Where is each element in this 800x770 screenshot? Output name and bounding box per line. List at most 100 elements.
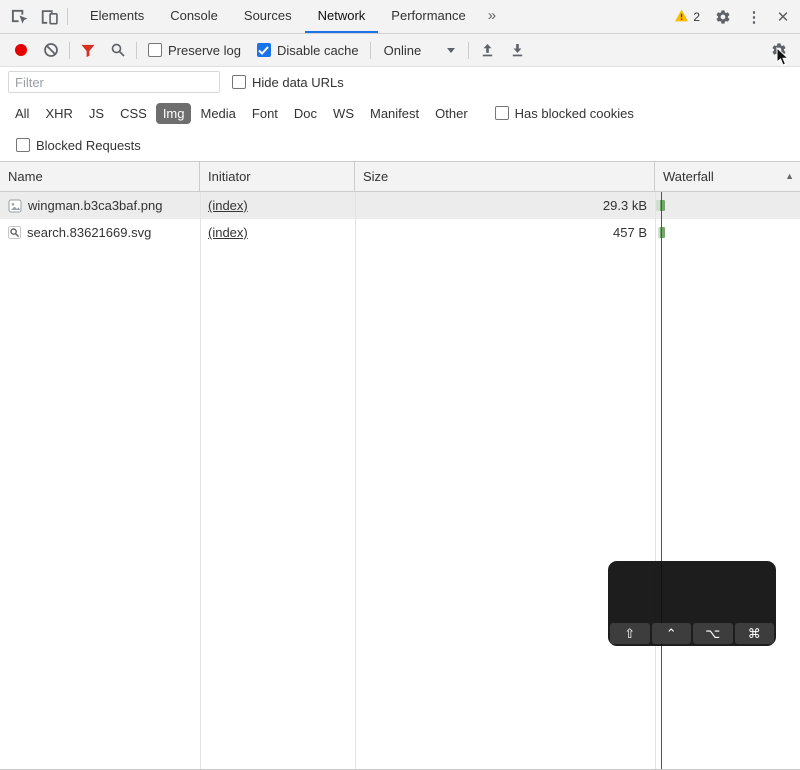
disable-cache-checkbox[interactable]: Disable cache bbox=[257, 43, 359, 58]
checkbox-unchecked-icon bbox=[16, 138, 30, 152]
request-initiator-cell: (index) bbox=[200, 198, 355, 213]
device-toolbar-button[interactable] bbox=[34, 0, 64, 33]
request-initiator-cell: (index) bbox=[200, 225, 355, 240]
table-row[interactable]: wingman.b3ca3baf.png (index) 29.3 kB bbox=[0, 192, 800, 219]
close-devtools-button[interactable]: ✕ bbox=[770, 8, 796, 26]
has-blocked-cookies-label: Has blocked cookies bbox=[515, 106, 634, 121]
filter-type-js[interactable]: JS bbox=[82, 103, 111, 124]
filter-type-media[interactable]: Media bbox=[193, 103, 242, 124]
inspect-element-button[interactable] bbox=[4, 0, 34, 33]
more-tabs-button[interactable]: » bbox=[479, 0, 505, 33]
table-row[interactable]: search.83621669.svg (index) 457 B bbox=[0, 219, 800, 246]
settings-button[interactable] bbox=[708, 9, 738, 25]
blocked-requests-label: Blocked Requests bbox=[36, 138, 141, 153]
command-key-icon: ⌘ bbox=[735, 623, 775, 644]
inspect-cursor-icon bbox=[10, 8, 29, 25]
filter-funnel-icon bbox=[80, 43, 96, 58]
filter-type-img[interactable]: Img bbox=[156, 103, 192, 124]
request-name-cell: search.83621669.svg bbox=[0, 225, 200, 240]
chevron-down-icon bbox=[447, 48, 455, 53]
preserve-log-checkbox[interactable]: Preserve log bbox=[148, 43, 241, 58]
checkbox-unchecked-icon bbox=[148, 43, 162, 57]
export-har-button[interactable] bbox=[502, 43, 532, 58]
search-icon bbox=[110, 42, 126, 58]
toolbar-divider bbox=[69, 42, 70, 59]
request-size: 457 B bbox=[355, 225, 655, 240]
issues-warning-badge[interactable]: 2 bbox=[669, 9, 705, 25]
blocked-requests-checkbox[interactable]: Blocked Requests bbox=[16, 138, 141, 153]
disable-cache-label: Disable cache bbox=[277, 43, 359, 58]
gear-icon bbox=[715, 9, 731, 25]
record-icon bbox=[15, 44, 27, 56]
hide-data-urls-checkbox[interactable]: Hide data URLs bbox=[232, 75, 344, 90]
clear-network-log-button[interactable] bbox=[36, 42, 66, 58]
tabbar-right-controls: 2 ⋮ ✕ bbox=[669, 0, 800, 33]
filter-input[interactable] bbox=[8, 71, 220, 93]
requests-table-body: wingman.b3ca3baf.png (index) 29.3 kB sea… bbox=[0, 192, 800, 769]
toolbar-divider bbox=[136, 42, 137, 59]
resource-type-filter-row: All XHR JS CSS Img Media Font Doc WS Man… bbox=[0, 97, 800, 129]
network-toolbar: Preserve log Disable cache Online bbox=[0, 34, 800, 67]
tab-network[interactable]: Network bbox=[305, 0, 379, 33]
filter-type-font[interactable]: Font bbox=[245, 103, 285, 124]
filter-type-other[interactable]: Other bbox=[428, 103, 475, 124]
column-header-name[interactable]: Name bbox=[0, 162, 200, 191]
search-button[interactable] bbox=[103, 42, 133, 58]
option-key-icon: ⌥ bbox=[693, 623, 733, 644]
filter-type-doc[interactable]: Doc bbox=[287, 103, 324, 124]
filter-type-manifest[interactable]: Manifest bbox=[363, 103, 426, 124]
checkbox-checked-icon bbox=[257, 43, 271, 57]
load-event-line bbox=[661, 192, 662, 769]
initiator-link[interactable]: (index) bbox=[208, 198, 248, 213]
preserve-log-label: Preserve log bbox=[168, 43, 241, 58]
tab-performance[interactable]: Performance bbox=[378, 0, 478, 33]
requests-table-header: Name Initiator Size Waterfall ▲ bbox=[0, 162, 800, 192]
network-settings-button[interactable] bbox=[764, 42, 794, 58]
filter-row: Hide data URLs bbox=[0, 67, 800, 97]
warning-count: 2 bbox=[693, 10, 700, 24]
filter-type-all[interactable]: All bbox=[8, 103, 36, 124]
waterfall-bar bbox=[658, 227, 665, 238]
device-toolbar-icon bbox=[40, 8, 58, 25]
warning-triangle-icon bbox=[674, 9, 689, 25]
tab-console[interactable]: Console bbox=[157, 0, 231, 33]
export-download-icon bbox=[510, 43, 525, 58]
tab-sources[interactable]: Sources bbox=[231, 0, 305, 33]
filter-type-css[interactable]: CSS bbox=[113, 103, 154, 124]
filter-type-ws[interactable]: WS bbox=[326, 103, 361, 124]
image-file-icon bbox=[8, 199, 22, 213]
tab-elements[interactable]: Elements bbox=[77, 0, 157, 33]
initiator-link[interactable]: (index) bbox=[208, 225, 248, 240]
request-name: wingman.b3ca3baf.png bbox=[28, 198, 162, 213]
column-header-size[interactable]: Size bbox=[355, 162, 655, 191]
request-size: 29.3 kB bbox=[355, 198, 655, 213]
checkbox-unchecked-icon bbox=[495, 106, 509, 120]
clear-icon bbox=[43, 42, 59, 58]
throttling-value: Online bbox=[384, 43, 422, 58]
column-header-initiator[interactable]: Initiator bbox=[200, 162, 355, 191]
column-divider bbox=[200, 192, 201, 769]
record-network-log-button[interactable] bbox=[6, 44, 36, 56]
toolbar-divider bbox=[370, 42, 371, 59]
request-name-cell: wingman.b3ca3baf.png bbox=[0, 198, 200, 213]
waterfall-header-label: Waterfall bbox=[663, 169, 714, 184]
devtools-tabbar: Elements Console Sources Network Perform… bbox=[0, 0, 800, 34]
waterfall-bar bbox=[656, 200, 665, 211]
svg-file-magnifier-icon bbox=[8, 226, 21, 239]
filter-toggle-button[interactable] bbox=[73, 43, 103, 58]
import-har-button[interactable] bbox=[472, 43, 502, 58]
more-options-menu-button[interactable]: ⋮ bbox=[741, 8, 767, 26]
toolbar-divider bbox=[468, 42, 469, 59]
throttling-select[interactable]: Online bbox=[376, 41, 464, 60]
column-divider bbox=[355, 192, 356, 769]
filter-type-xhr[interactable]: XHR bbox=[38, 103, 79, 124]
control-key-icon: ⌃ bbox=[652, 623, 692, 644]
sort-ascending-icon: ▲ bbox=[785, 172, 794, 181]
has-blocked-cookies-checkbox[interactable]: Has blocked cookies bbox=[495, 106, 634, 121]
modifier-keys-row: ⇧ ⌃ ⌥ ⌘ bbox=[608, 621, 776, 646]
hide-data-urls-label: Hide data URLs bbox=[252, 75, 344, 90]
column-header-waterfall[interactable]: Waterfall ▲ bbox=[655, 162, 800, 191]
toolbar-divider bbox=[67, 8, 68, 25]
import-upload-icon bbox=[480, 43, 495, 58]
checkbox-unchecked-icon bbox=[232, 75, 246, 89]
